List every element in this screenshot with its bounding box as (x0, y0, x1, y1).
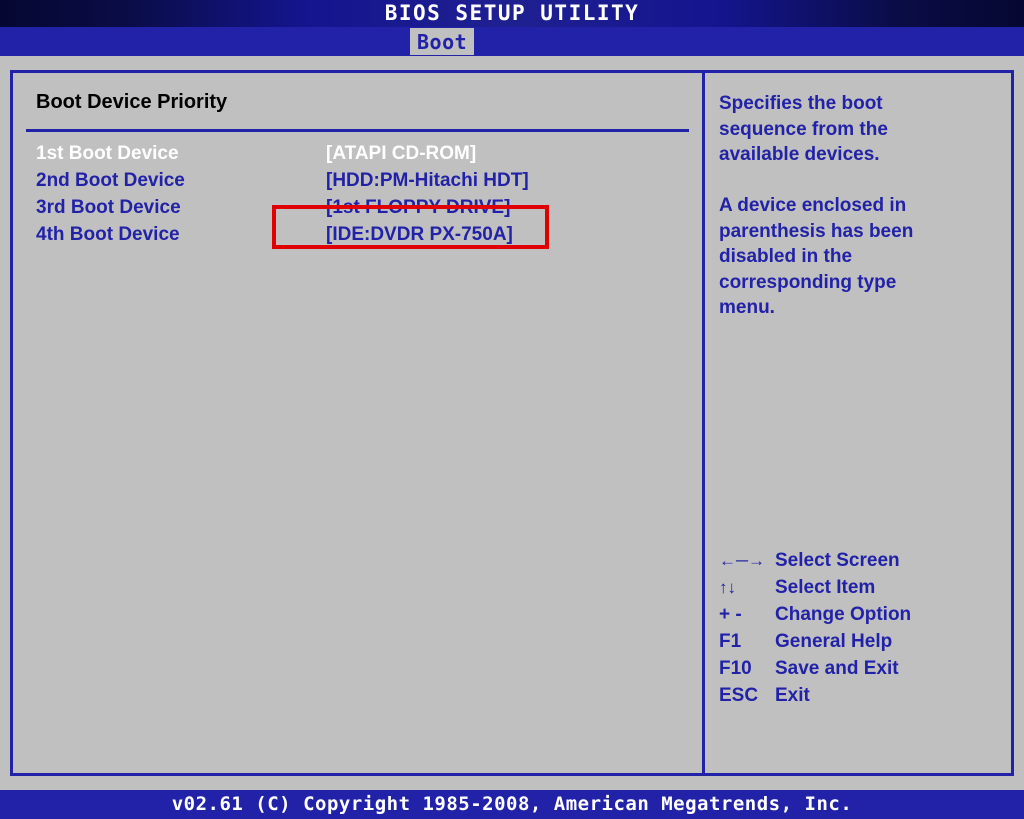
boot-device-value-4[interactable]: [IDE:DVDR PX-750A] (326, 224, 513, 246)
boot-device-value-3[interactable]: [1st FLOPPY DRIVE] (326, 197, 510, 219)
up-down-arrow-icon: ↑↓ (719, 578, 736, 597)
menu-tab-bar: Boot (0, 27, 1024, 56)
main-frame: Boot Device Priority 1st Boot Device [AT… (10, 70, 1014, 776)
boot-device-value-2[interactable]: [HDD:PM-Hitachi HDT] (326, 170, 529, 192)
legend-label-change-option: Change Option (775, 604, 912, 625)
legend-row-change-option: + - Change Option (719, 601, 1009, 628)
boot-device-row-1[interactable]: 1st Boot Device [ATAPI CD-ROM] (13, 143, 705, 170)
copyright-text: v02.61 (C) Copyright 1985-2008, American… (171, 793, 853, 815)
legend-row-select-item: ↑↓ Select Item (719, 574, 1009, 601)
boot-device-value-1[interactable]: [ATAPI CD-ROM] (326, 143, 476, 165)
legend-label-save-and-exit: Save and Exit (775, 658, 899, 679)
page-title: BIOS SETUP UTILITY (384, 1, 640, 25)
boot-device-row-2[interactable]: 2nd Boot Device [HDD:PM-Hitachi HDT] (13, 170, 705, 197)
boot-device-label-4: 4th Boot Device (36, 224, 180, 245)
help-panel: Specifies the boot sequence from the ava… (705, 73, 1011, 773)
section-divider (26, 129, 689, 132)
left-right-arrow-icon: ←─→ (719, 551, 766, 570)
plus-minus-keys: + - (719, 604, 742, 625)
key-legend: ←─→ Select Screen ↑↓ Select Item + - Cha… (719, 547, 1009, 709)
bios-title-bar: BIOS SETUP UTILITY (0, 0, 1024, 27)
boot-device-label-3: 3rd Boot Device (36, 197, 181, 218)
legend-row-select-screen: ←─→ Select Screen (719, 547, 1009, 574)
boot-device-row-3[interactable]: 3rd Boot Device [1st FLOPPY DRIVE] (13, 197, 705, 224)
f10-key: F10 (719, 658, 752, 679)
help-text: Specifies the boot sequence from the ava… (719, 93, 914, 318)
legend-label-exit: Exit (775, 685, 810, 706)
legend-row-exit: ESC Exit (719, 682, 1009, 709)
legend-row-general-help: F1 General Help (719, 628, 1009, 655)
legend-label-select-screen: Select Screen (775, 550, 900, 571)
boot-device-list: 1st Boot Device [ATAPI CD-ROM] 2nd Boot … (13, 143, 705, 251)
boot-device-label-2: 2nd Boot Device (36, 170, 185, 191)
boot-device-row-4[interactable]: 4th Boot Device [IDE:DVDR PX-750A] (13, 224, 705, 251)
section-title: Boot Device Priority (36, 91, 228, 113)
legend-label-general-help: General Help (775, 631, 893, 652)
tab-boot[interactable]: Boot (410, 28, 475, 55)
esc-key: ESC (719, 685, 759, 706)
legend-row-save-and-exit: F10 Save and Exit (719, 655, 1009, 682)
footer-bar: v02.61 (C) Copyright 1985-2008, American… (0, 790, 1024, 819)
legend-label-select-item: Select Item (775, 577, 876, 598)
settings-panel: Boot Device Priority 1st Boot Device [AT… (13, 73, 705, 773)
f1-key: F1 (719, 631, 742, 652)
boot-device-label-1: 1st Boot Device (36, 143, 179, 164)
